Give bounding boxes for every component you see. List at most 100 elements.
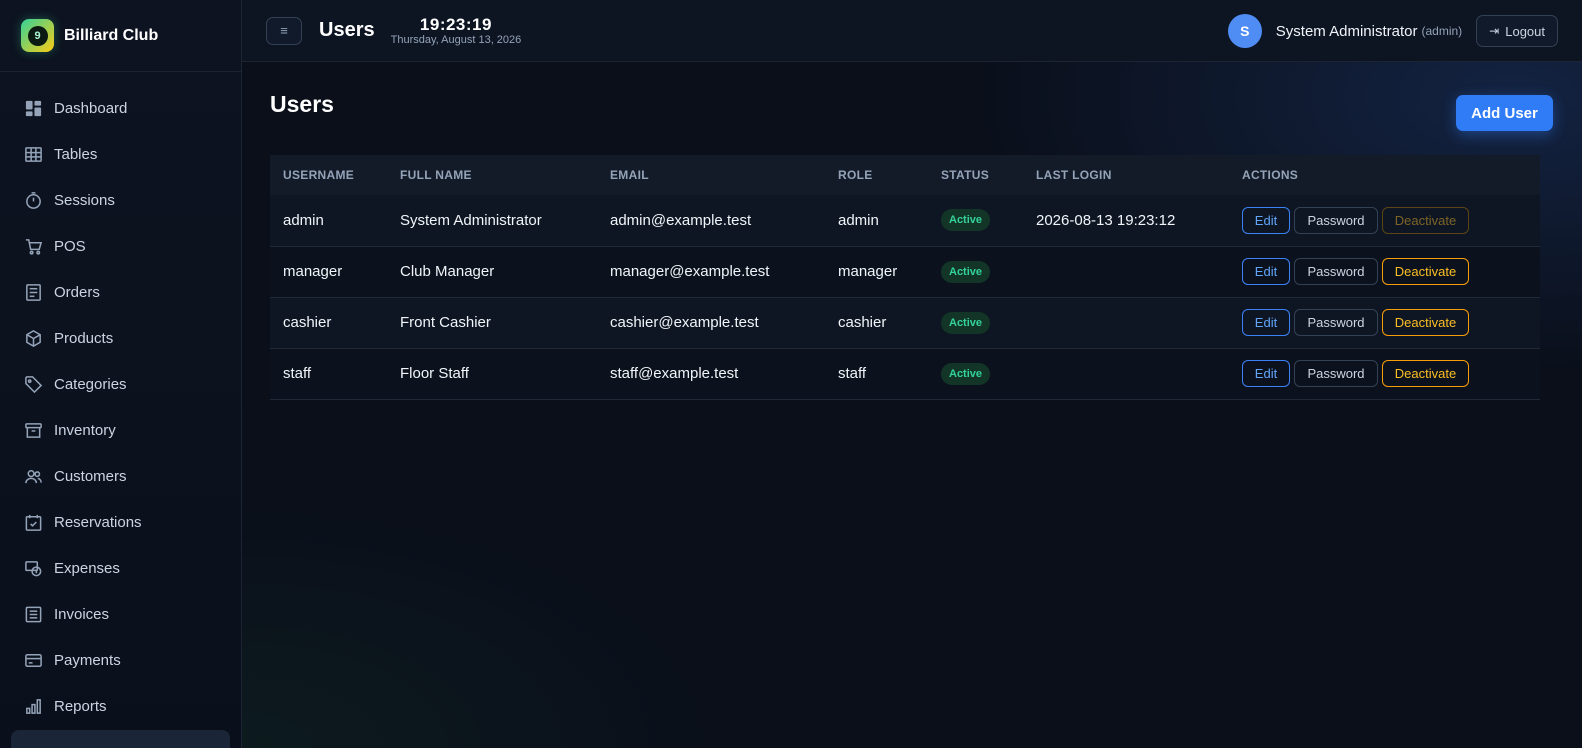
page-title: Users	[319, 19, 375, 41]
sidebar-item-reservations[interactable]: Reservations	[0, 499, 241, 545]
sidebar-item-expenses[interactable]: Expenses	[0, 545, 241, 591]
sidebar-item-pos[interactable]: POS	[0, 223, 241, 269]
clock-time: 19:23:19	[419, 14, 492, 34]
cell-last-login: 2026-08-13 19:23:12	[1036, 211, 1176, 229]
password-button[interactable]: Password	[1294, 258, 1378, 285]
money-icon	[23, 558, 43, 578]
cell-status: Active	[928, 246, 1023, 297]
sidebar-item-label: Inventory	[54, 421, 116, 439]
clock-date: Thursday, August 13, 2026	[390, 33, 522, 46]
cell-email: cashier@example.test	[610, 314, 759, 331]
sidebar-item-orders[interactable]: Orders	[0, 269, 241, 315]
sidebar-item-users-active[interactable]	[11, 730, 230, 748]
sidebar-item-label: Reports	[54, 697, 107, 715]
cell-role: cashier	[838, 314, 887, 331]
column-header-role[interactable]: ROLE	[825, 155, 928, 195]
calendar-check-icon	[23, 512, 43, 532]
sidebar-item-customers[interactable]: Customers	[0, 453, 241, 499]
column-header-email[interactable]: EMAIL	[597, 155, 825, 195]
user-name: System Administrator	[1275, 22, 1418, 40]
column-header-actions: ACTIONS	[1242, 168, 1299, 182]
users-table: USERNAME FULL NAME EMAIL ROLE STATUS LAS…	[270, 155, 1540, 400]
cell-last-login	[1023, 348, 1229, 399]
logout-button[interactable]: ⇥ Logout	[1476, 15, 1558, 47]
sidebar-item-categories[interactable]: Categories	[0, 361, 241, 407]
password-button[interactable]: Password	[1294, 309, 1378, 336]
sidebar-item-label: Tables	[54, 145, 98, 163]
sidebar-item-label: Dashboard	[54, 99, 128, 117]
edit-button[interactable]: Edit	[1242, 360, 1290, 387]
logout-label: Logout	[1505, 23, 1545, 39]
user-menu: S System Administrator (admin) ⇥ Logout	[1227, 14, 1558, 48]
menu-toggle-button[interactable]: ≡	[266, 16, 302, 45]
brand-name: Billiard Club	[64, 26, 159, 44]
deactivate-button-disabled: Deactivate	[1382, 206, 1469, 234]
cell-role: admin	[838, 211, 879, 229]
sidebar-item-payments[interactable]: Payments	[0, 637, 241, 683]
bar-chart-icon	[23, 696, 43, 716]
cell-status: Active	[928, 195, 1023, 246]
sidebar-item-sessions[interactable]: Sessions	[0, 177, 241, 223]
column-header-full-name[interactable]: FULL NAME	[387, 155, 597, 195]
table-row: admin System Administrator admin@example…	[270, 195, 1540, 246]
cell-username: admin	[283, 211, 324, 229]
sidebar-item-products[interactable]: Products	[0, 315, 241, 361]
ball-number: 9	[27, 25, 48, 46]
edit-button[interactable]: Edit	[1242, 206, 1290, 234]
cell-email: admin@example.test	[610, 211, 752, 229]
table-row: manager Club Manager manager@example.tes…	[270, 246, 1540, 297]
cell-username: cashier	[283, 314, 332, 331]
brand[interactable]: 9 Billiard Club	[0, 0, 241, 72]
sidebar-item-label: Sessions	[54, 191, 115, 209]
cell-actions: Edit Password Deactivate	[1229, 297, 1540, 348]
cell-email: staff@example.test	[610, 365, 739, 382]
edit-button[interactable]: Edit	[1242, 309, 1290, 336]
sidebar-item-label: POS	[54, 237, 86, 255]
dashboard-icon	[23, 98, 43, 118]
edit-button[interactable]: Edit	[1242, 258, 1290, 285]
cell-full-name: Club Manager	[400, 263, 495, 280]
column-header-last-login[interactable]: LAST LOGIN	[1023, 155, 1229, 195]
sidebar-item-label: Categories	[54, 375, 127, 393]
sidebar: 9 Billiard Club Dashboard Tables Session…	[0, 0, 242, 748]
cell-status: Active	[928, 297, 1023, 348]
invoice-icon	[23, 604, 43, 624]
cell-status: Active	[928, 348, 1023, 399]
cell-username: staff	[283, 365, 312, 382]
tag-icon	[23, 374, 43, 394]
sidebar-item-inventory[interactable]: Inventory	[0, 407, 241, 453]
sidebar-item-invoices[interactable]: Invoices	[0, 591, 241, 637]
deactivate-button[interactable]: Deactivate	[1382, 360, 1469, 387]
receipt-icon	[23, 282, 43, 302]
status-badge: Active	[941, 260, 991, 283]
archive-icon	[23, 420, 43, 440]
logout-icon: ⇥	[1489, 24, 1500, 38]
deactivate-button[interactable]: Deactivate	[1382, 309, 1469, 336]
avatar[interactable]: S	[1227, 14, 1262, 48]
column-header-status[interactable]: STATUS	[928, 155, 1023, 195]
sidebar-item-label: Orders	[54, 283, 100, 301]
sidebar-item-dashboard[interactable]: Dashboard	[0, 85, 241, 131]
box-icon	[23, 328, 43, 348]
sidebar-item-label: Customers	[54, 467, 127, 485]
add-user-button[interactable]: Add User	[1456, 95, 1553, 131]
clock: 19:23:19 Thursday, August 13, 2026	[391, 16, 522, 46]
password-button[interactable]: Password	[1294, 360, 1378, 387]
deactivate-button[interactable]: Deactivate	[1382, 258, 1469, 285]
sidebar-item-label: Invoices	[54, 605, 110, 623]
users-icon	[23, 466, 43, 486]
sidebar-item-label: Expenses	[54, 559, 120, 577]
timer-icon	[23, 190, 43, 210]
password-button[interactable]: Password	[1294, 206, 1378, 234]
table-icon	[23, 144, 43, 164]
cell-actions: Edit Password Deactivate	[1229, 195, 1540, 246]
table-row: cashier Front Cashier cashier@example.te…	[270, 297, 1540, 348]
sidebar-item-tables[interactable]: Tables	[0, 131, 241, 177]
sidebar-nav: Dashboard Tables Sessions POS Orders Pro…	[0, 72, 241, 729]
sidebar-item-reports[interactable]: Reports	[0, 683, 241, 729]
column-header-username[interactable]: USERNAME	[270, 155, 387, 195]
cell-last-login	[1023, 246, 1229, 297]
cell-full-name: System Administrator	[400, 211, 542, 229]
sidebar-item-label: Payments	[54, 651, 121, 669]
cell-username: manager	[283, 263, 343, 280]
